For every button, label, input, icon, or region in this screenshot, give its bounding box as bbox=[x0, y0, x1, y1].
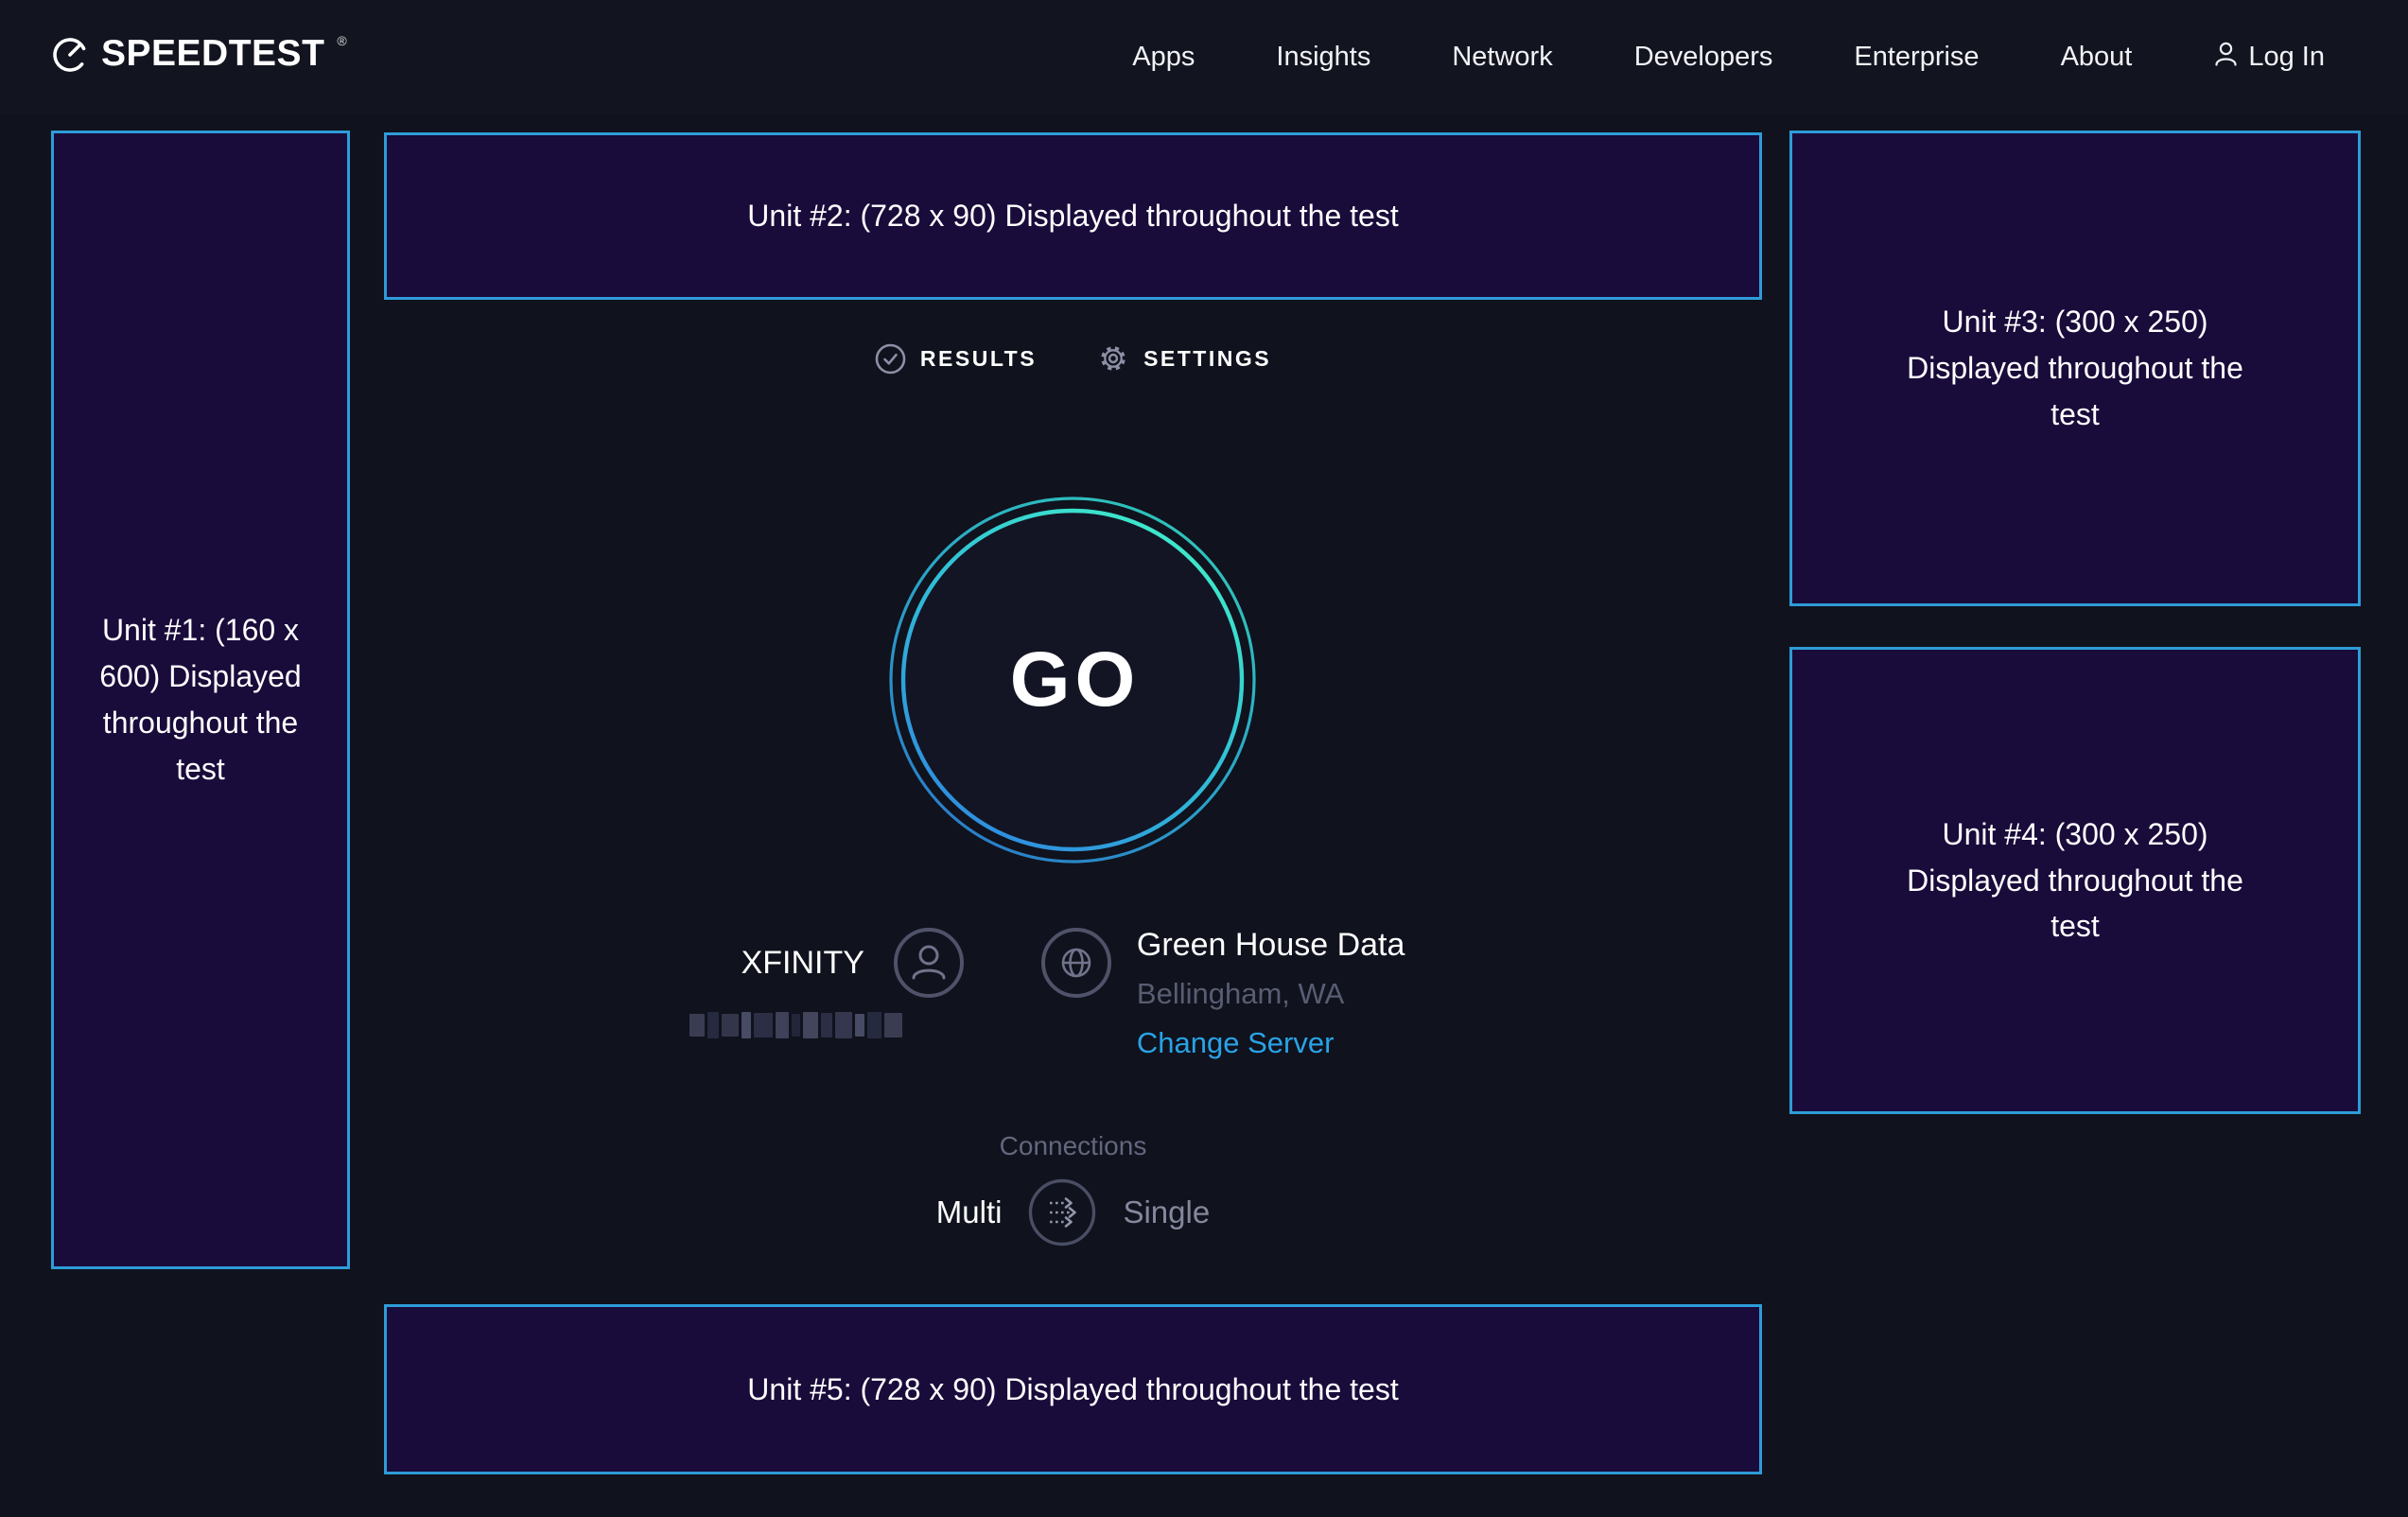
ad-unit-4-text: Unit #4: (300 x 250) Displayed throughou… bbox=[1886, 811, 2264, 950]
multi-connections-option[interactable]: Multi bbox=[936, 1194, 1003, 1230]
ad-unit-5[interactable]: Unit #5: (728 x 90) Displayed throughout… bbox=[384, 1304, 1762, 1474]
nav-item-insights[interactable]: Insights bbox=[1276, 42, 1370, 73]
connections-label: Connections bbox=[384, 1131, 1762, 1161]
gear-icon bbox=[1097, 342, 1129, 375]
ad-unit-2[interactable]: Unit #2: (728 x 90) Displayed throughout… bbox=[384, 132, 1762, 300]
server-location: Bellingham, WA bbox=[1137, 979, 1405, 1009]
nav-item-network[interactable]: Network bbox=[1452, 42, 1552, 73]
change-server-link[interactable]: Change Server bbox=[1137, 1028, 1405, 1058]
login-label: Log In bbox=[2248, 42, 2325, 73]
nav-item-enterprise[interactable]: Enterprise bbox=[1854, 42, 1979, 73]
main-nav: Apps Insights Network Developers Enterpr… bbox=[1132, 40, 2325, 75]
ad-unit-4[interactable]: Unit #4: (300 x 250) Displayed throughou… bbox=[1789, 647, 2361, 1114]
ad-unit-1-text: Unit #1: (160 x 600) Displayed throughou… bbox=[82, 607, 319, 793]
header: SPEEDTEST ® Apps Insights Network Develo… bbox=[0, 0, 2408, 113]
results-button[interactable]: RESULTS bbox=[875, 342, 1037, 375]
redacted-ip-address bbox=[689, 1012, 965, 1038]
speedometer-icon bbox=[51, 36, 89, 78]
nav-item-developers[interactable]: Developers bbox=[1634, 42, 1773, 73]
user-icon bbox=[2213, 40, 2239, 75]
connection-info: XFINITY bbox=[384, 927, 1762, 1058]
connections-toggle-icon[interactable] bbox=[1028, 1178, 1096, 1247]
nav-item-apps[interactable]: Apps bbox=[1132, 42, 1195, 73]
nav-item-about[interactable]: About bbox=[2061, 42, 2133, 73]
logo[interactable]: SPEEDTEST ® bbox=[51, 36, 347, 78]
login-button[interactable]: Log In bbox=[2213, 40, 2325, 75]
logo-text: SPEEDTEST bbox=[101, 36, 324, 72]
settings-button[interactable]: SETTINGS bbox=[1097, 342, 1271, 375]
ad-unit-5-text: Unit #5: (728 x 90) Displayed throughout… bbox=[747, 1367, 1398, 1413]
go-label: GO bbox=[888, 496, 1257, 864]
ad-unit-3[interactable]: Unit #3: (300 x 250) Displayed throughou… bbox=[1789, 131, 2361, 606]
go-button[interactable]: GO bbox=[888, 496, 1257, 864]
connections-toggle: Multi Single bbox=[384, 1178, 1762, 1247]
check-circle-icon bbox=[875, 343, 906, 375]
ad-unit-3-text: Unit #3: (300 x 250) Displayed throughou… bbox=[1886, 299, 2264, 438]
globe-icon bbox=[1040, 927, 1112, 999]
toolbar: RESULTS SETTINGS bbox=[384, 342, 1762, 375]
user-avatar-icon bbox=[893, 927, 965, 999]
speedtest-page: SPEEDTEST ® Apps Insights Network Develo… bbox=[0, 0, 2408, 1517]
single-connection-option[interactable]: Single bbox=[1123, 1194, 1210, 1230]
results-label: RESULTS bbox=[920, 346, 1037, 372]
server-name: Green House Data bbox=[1137, 927, 1405, 963]
server-block: Green House Data Bellingham, WA Change S… bbox=[1040, 927, 1405, 1058]
settings-label: SETTINGS bbox=[1143, 346, 1271, 372]
logo-trademark: ® bbox=[337, 34, 346, 47]
isp-block: XFINITY bbox=[742, 927, 965, 1038]
ad-unit-2-text: Unit #2: (728 x 90) Displayed throughout… bbox=[747, 193, 1398, 239]
isp-name: XFINITY bbox=[742, 945, 864, 982]
ad-unit-1[interactable]: Unit #1: (160 x 600) Displayed throughou… bbox=[51, 131, 350, 1269]
